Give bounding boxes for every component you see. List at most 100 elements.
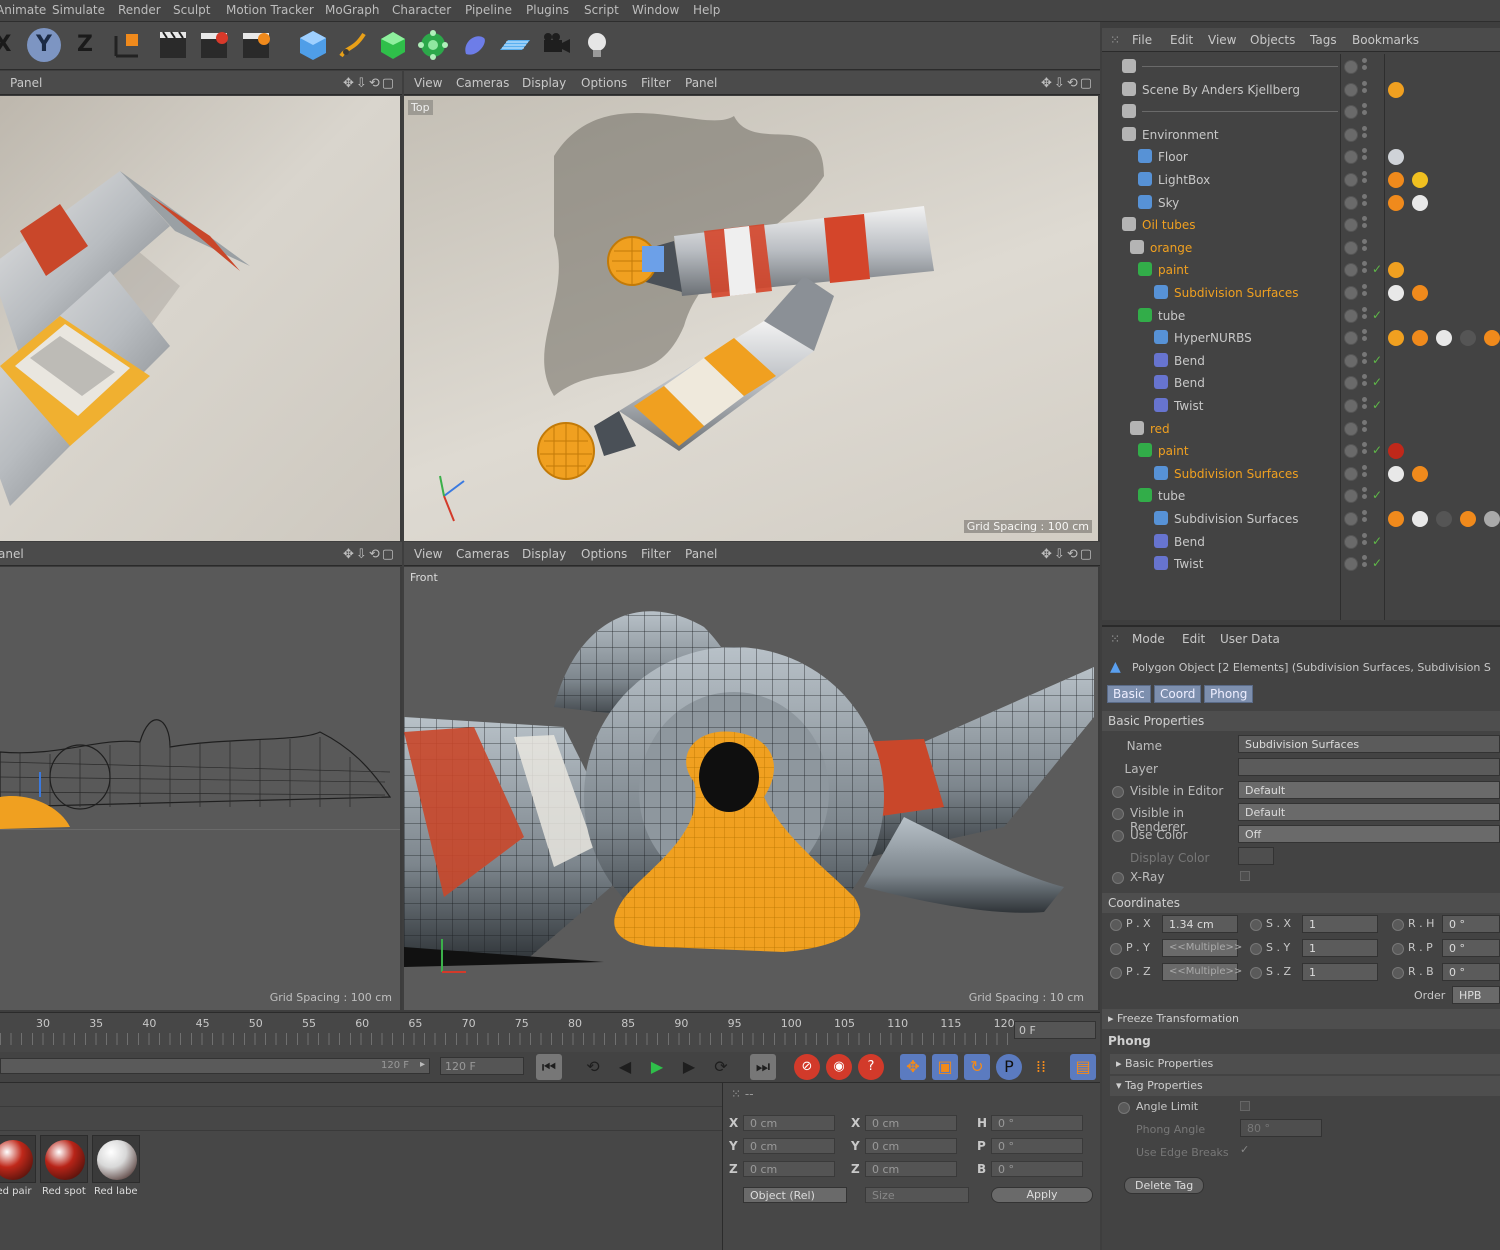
py-radio[interactable] [1110, 943, 1122, 955]
layer-visibility-icon[interactable] [1344, 195, 1358, 210]
viewport-panel-menu[interactable]: Panel [10, 76, 42, 90]
editor-render-dots[interactable] [1362, 284, 1368, 300]
coord-size-z[interactable]: 0 cm [865, 1161, 957, 1177]
object-tag-icon[interactable] [1412, 285, 1428, 301]
enabled-check-icon[interactable]: ✓ [1372, 353, 1382, 367]
visible-editor-select[interactable]: Default [1238, 781, 1500, 799]
menu-plugins[interactable]: Plugins [526, 3, 569, 17]
end-frame-field[interactable]: 120 F [440, 1057, 524, 1075]
object-tree-row[interactable]: Bend ✓ [1102, 531, 1500, 553]
object-name[interactable]: paint [1158, 263, 1189, 277]
layer-visibility-icon[interactable] [1344, 489, 1358, 504]
viewport-menu-display[interactable]: Display [522, 547, 566, 561]
object-tag-icon[interactable] [1412, 511, 1428, 527]
om-menu-objects[interactable]: Objects [1250, 33, 1295, 47]
object-tag-icon[interactable] [1460, 511, 1476, 527]
am-handle-icon[interactable]: ⁙ [1110, 632, 1120, 646]
render-settings-icon[interactable] [240, 28, 274, 62]
menu-character[interactable]: Character [392, 3, 451, 17]
viewport-menu-view[interactable]: View [414, 547, 442, 561]
object-tree-row[interactable]: Bend ✓ [1102, 350, 1500, 372]
editor-render-dots[interactable] [1362, 351, 1368, 368]
object-name[interactable]: orange [1150, 241, 1192, 255]
object-tag-icon[interactable] [1412, 330, 1428, 347]
px-field[interactable]: 1.34 cm [1162, 915, 1238, 933]
material-swatch[interactable] [0, 1135, 36, 1183]
use-color-radio[interactable] [1112, 830, 1124, 842]
object-name[interactable]: tube [1158, 309, 1185, 323]
py-field[interactable]: <<Multiple>> [1162, 939, 1242, 957]
object-tree-row[interactable]: Subdivision Surfaces [1102, 508, 1500, 530]
material-swatch[interactable] [92, 1135, 140, 1183]
go-to-end-icon[interactable]: ⏭ [750, 1054, 776, 1080]
viewport-menu-view[interactable]: View [414, 76, 442, 90]
object-name[interactable]: HyperNURBS [1174, 331, 1252, 345]
rb-field[interactable]: 0 ° [1442, 963, 1500, 981]
object-tag-icon[interactable] [1436, 330, 1452, 347]
tab-basic[interactable]: Basic [1107, 685, 1151, 703]
object-tree-row[interactable]: tube ✓ [1102, 305, 1500, 327]
layer-visibility-icon[interactable] [1344, 331, 1358, 346]
enabled-check-icon[interactable]: ✓ [1372, 556, 1382, 570]
object-name[interactable]: Scene By Anders Kjellberg [1142, 83, 1300, 97]
editor-render-dots[interactable] [1362, 103, 1368, 119]
range-end-arrow-icon[interactable]: ▸ [420, 1059, 425, 1070]
camera-icon[interactable] [540, 28, 574, 62]
section-tag-properties[interactable]: ▾ Tag Properties [1110, 1076, 1500, 1096]
coord-rot-h[interactable]: 0 ° [991, 1115, 1083, 1131]
editor-render-dots[interactable] [1362, 171, 1368, 187]
next-keyframe-icon[interactable]: ⟳ [708, 1054, 734, 1080]
object-tag-icon[interactable] [1388, 262, 1404, 279]
object-tree-row[interactable]: red [1102, 418, 1500, 440]
px-radio[interactable] [1110, 919, 1122, 931]
angle-limit-radio[interactable] [1118, 1102, 1130, 1114]
sx-field[interactable]: 1 [1302, 915, 1378, 933]
current-frame-field[interactable]: 0 F [1014, 1021, 1096, 1039]
object-tree-row[interactable]: Subdivision Surfaces [1102, 282, 1500, 304]
enabled-check-icon[interactable]: ✓ [1372, 375, 1382, 389]
scale-key-icon[interactable]: ▣ [932, 1054, 958, 1080]
sx-radio[interactable] [1250, 919, 1262, 931]
floor-scene-icon[interactable] [498, 28, 532, 62]
om-menu-edit[interactable]: Edit [1170, 33, 1193, 47]
editor-render-dots[interactable] [1362, 148, 1368, 164]
editor-render-dots[interactable] [1362, 329, 1368, 345]
coord-size-x[interactable]: 0 cm [865, 1115, 957, 1131]
material-name[interactable]: Red spot [42, 1186, 86, 1197]
xray-checkbox[interactable] [1240, 871, 1250, 881]
enabled-check-icon[interactable]: ✓ [1372, 488, 1382, 502]
object-tag-icon[interactable] [1484, 330, 1500, 347]
cube-icon[interactable] [296, 28, 330, 62]
object-name[interactable]: Oil tubes [1142, 218, 1196, 232]
menu-sculpt[interactable]: Sculpt [173, 3, 210, 17]
object-tag-icon[interactable] [1460, 330, 1476, 347]
viewport-menu-panel[interactable]: Panel [685, 76, 717, 90]
am-menu-mode[interactable]: Mode [1132, 632, 1165, 646]
deformer-icon[interactable] [458, 28, 492, 62]
object-tree-row[interactable]: Environment [1102, 124, 1500, 146]
object-tag-icon[interactable] [1388, 194, 1404, 211]
layer-visibility-icon[interactable] [1344, 218, 1358, 233]
editor-render-dots[interactable] [1362, 125, 1368, 142]
editor-render-dots[interactable] [1362, 306, 1368, 323]
object-tree-row[interactable]: Twist ✓ [1102, 395, 1500, 417]
rotation-key-icon[interactable]: ↻ [964, 1054, 990, 1080]
tab-phong[interactable]: Phong [1204, 685, 1254, 703]
layer-visibility-icon[interactable] [1344, 308, 1358, 323]
editor-render-dots[interactable] [1362, 216, 1368, 232]
object-tag-icon[interactable] [1388, 81, 1404, 98]
name-field[interactable]: Subdivision Surfaces [1238, 735, 1500, 753]
object-name[interactable]: Twist [1174, 557, 1203, 571]
record-icon[interactable]: ⊘ [794, 1054, 820, 1080]
object-tree-row[interactable]: Subdivision Surfaces [1102, 463, 1500, 485]
enabled-check-icon[interactable]: ✓ [1372, 443, 1382, 457]
viewport-nav-icons[interactable]: ✥⇩⟲▢ [1041, 76, 1094, 91]
object-tag-icon[interactable] [1484, 511, 1500, 527]
rh-radio[interactable] [1392, 919, 1404, 931]
z-axis-button[interactable]: Z [68, 28, 102, 62]
sy-radio[interactable] [1250, 943, 1262, 955]
coord-apply-button[interactable]: Apply [991, 1187, 1093, 1203]
viewport-menu-display[interactable]: Display [522, 76, 566, 90]
visible-editor-radio[interactable] [1112, 786, 1124, 798]
keyframe-selection-icon[interactable]: ? [858, 1054, 884, 1080]
